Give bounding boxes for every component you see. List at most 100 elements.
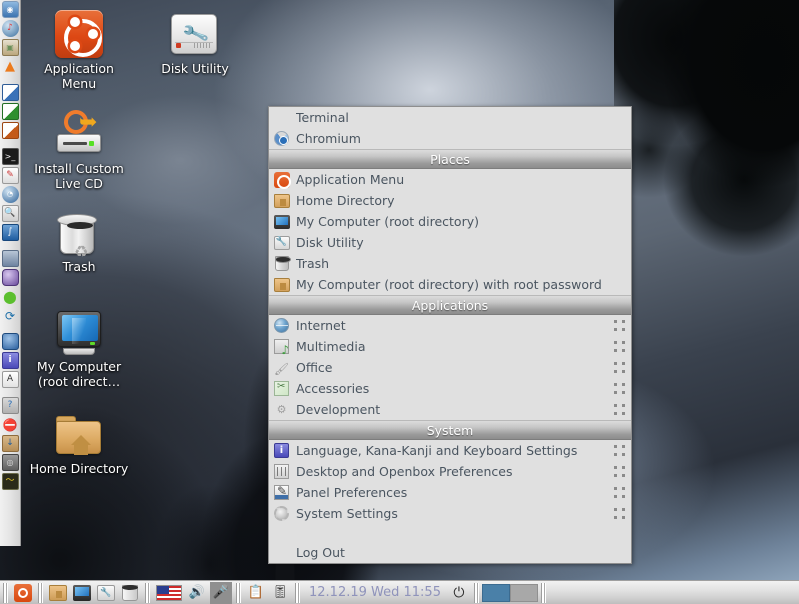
- desktop-icon-my-computer[interactable]: My Computer (root direct…: [27, 308, 131, 389]
- no-icon: [273, 544, 290, 561]
- no-entry-icon[interactable]: ⛔: [2, 416, 19, 433]
- office-icon: 🖌: [273, 362, 290, 376]
- ubuntu-logo-icon: [14, 583, 32, 602]
- package-down-icon[interactable]: ↓: [1, 435, 19, 452]
- taskbar-application-menu[interactable]: [12, 582, 34, 604]
- taskbar-disk-utility[interactable]: 🔧: [95, 582, 117, 604]
- submenu-indicator-icon: [614, 320, 625, 331]
- workspace-1[interactable]: [481, 583, 510, 602]
- taskbar-home-directory[interactable]: [47, 582, 69, 604]
- picture-frame-icon[interactable]: ▣: [1, 39, 19, 56]
- green-molecule-icon[interactable]: ⬤: [2, 288, 19, 305]
- menu-item-accessories[interactable]: Accessories: [269, 378, 631, 399]
- taskbar[interactable]: 🔧 🔊 🎤 📋 🎚 12.12.19 Wed 11:55 ⏻: [0, 580, 799, 604]
- taskbar-my-computer[interactable]: [71, 582, 93, 604]
- menu-item-my-computer-root-password[interactable]: My Computer (root directory) with root p…: [269, 274, 631, 295]
- desktop-icon-disk-utility[interactable]: 🔧 Disk Utility: [143, 10, 247, 76]
- left-launcher-panel[interactable]: ◉ ♪ ▣ ▲ >_ ✎ ◔ 🔍 ∫ ⬤ ⟳ i A ? ⛔ ↓ ◎ 〜: [0, 0, 21, 546]
- desktop-icon-trash[interactable]: ♻ Trash: [27, 208, 131, 274]
- traffic-cone-icon[interactable]: ▲: [2, 58, 19, 75]
- menu-item-multimedia[interactable]: Multimedia: [269, 336, 631, 357]
- home-folder-icon: [273, 276, 290, 293]
- submenu-indicator-icon: [614, 487, 625, 498]
- desktop-icon-install-custom-live-cd[interactable]: ➥ Install Custom Live CD: [27, 110, 131, 191]
- speaker-icon: 🔊: [188, 585, 206, 600]
- document-orange-icon[interactable]: [1, 122, 19, 139]
- hard-drive-icon: 🔧: [97, 584, 115, 601]
- magnifier-icon[interactable]: 🔍: [1, 205, 19, 222]
- ubuntu-logo-icon: [55, 10, 103, 58]
- taskbar-drag-handle-6[interactable]: [473, 582, 479, 603]
- terminal-icon[interactable]: >_: [1, 148, 19, 165]
- font-a-icon[interactable]: A: [1, 371, 19, 388]
- desktop[interactable]: ◉ ♪ ▣ ▲ >_ ✎ ◔ 🔍 ∫ ⬤ ⟳ i A ? ⛔ ↓ ◎ 〜 App…: [0, 0, 799, 604]
- volume-control[interactable]: 🔊: [186, 582, 208, 604]
- desktop-icon-application-menu[interactable]: Application Menu: [27, 10, 131, 91]
- blue-swirl-icon[interactable]: ∫: [1, 224, 19, 241]
- taskbar-trash[interactable]: [119, 582, 141, 604]
- notepad-pencil-icon[interactable]: ✎: [1, 167, 19, 184]
- hard-drive-icon: 🔧: [171, 10, 219, 58]
- taskbar-drag-handle-5[interactable]: [295, 582, 300, 603]
- menu-item-office[interactable]: 🖌 Office: [269, 357, 631, 378]
- menu-item-system-settings[interactable]: System Settings: [269, 503, 631, 524]
- monitor-icon: [73, 584, 91, 601]
- submenu-indicator-icon: [614, 341, 625, 352]
- keyboard-layout-flag[interactable]: [154, 582, 184, 604]
- globe-blue-icon[interactable]: ◔: [1, 186, 19, 203]
- menu-item-log-out[interactable]: Log Out: [269, 542, 631, 563]
- wave-monitor-icon[interactable]: 〜: [1, 473, 19, 490]
- first-aid-icon[interactable]: ?: [1, 397, 19, 414]
- menu-item-language-settings[interactable]: i Language, Kana-Kanji and Keyboard Sett…: [269, 440, 631, 461]
- clipboard-manager[interactable]: 📋: [245, 582, 267, 604]
- blue-globe-un-icon[interactable]: [1, 333, 19, 350]
- document-green-icon[interactable]: [1, 103, 19, 120]
- desktop-icon-label: Install Custom Live CD: [34, 161, 124, 191]
- microphone-control[interactable]: 🎤: [210, 581, 232, 604]
- menu-item-trash[interactable]: Trash: [269, 253, 631, 274]
- globe-red-icon[interactable]: ♪: [1, 20, 19, 37]
- menu-item-application-menu[interactable]: Application Menu: [269, 169, 631, 190]
- chromium-icon[interactable]: ◉: [1, 1, 19, 18]
- menu-item-chromium[interactable]: Chromium: [269, 128, 631, 149]
- openbox-root-menu[interactable]: Terminal Chromium Places Application Men…: [268, 106, 632, 564]
- desktop-icon-home-directory[interactable]: Home Directory: [27, 410, 131, 476]
- taskbar-drag-handle-3[interactable]: [145, 582, 150, 603]
- sync-arrows-icon[interactable]: ⟳: [2, 307, 19, 324]
- taskbar-drag-handle[interactable]: [3, 582, 8, 603]
- menu-item-home-directory[interactable]: Home Directory: [269, 190, 631, 211]
- power-button[interactable]: ⏻: [448, 582, 470, 604]
- file-manager-icon[interactable]: [1, 250, 19, 267]
- desktop-icon-label: Disk Utility: [161, 61, 229, 76]
- info-icon[interactable]: i: [1, 352, 19, 369]
- pen-icon: [273, 484, 290, 501]
- submenu-indicator-icon: [614, 404, 625, 415]
- mixer-icon: 🎚: [271, 585, 289, 600]
- taskbar-drag-handle-7[interactable]: [540, 582, 546, 603]
- document-blue-icon[interactable]: [1, 84, 19, 101]
- menu-item-development[interactable]: ⚙ Development: [269, 399, 631, 420]
- taskbar-drag-handle-2[interactable]: [38, 582, 43, 603]
- submenu-indicator-icon: [614, 383, 625, 394]
- clock[interactable]: 12.12.19 Wed 11:55: [303, 585, 447, 600]
- desktop-icon-label: My Computer (root direct…: [36, 359, 122, 389]
- taskbar-drag-handle-4[interactable]: [236, 582, 241, 603]
- menu-item-disk-utility[interactable]: 🔧 Disk Utility: [269, 232, 631, 253]
- menu-header-system: System: [269, 420, 631, 440]
- submenu-indicator-icon: [614, 466, 625, 477]
- menu-item-terminal[interactable]: Terminal: [269, 107, 631, 128]
- menu-item-internet[interactable]: Internet: [269, 315, 631, 336]
- camera-icon[interactable]: ◎: [1, 454, 19, 471]
- workspace-2[interactable]: [509, 583, 538, 602]
- power-icon: ⏻: [453, 584, 465, 601]
- menu-item-desktop-openbox-preferences[interactable]: Desktop and Openbox Preferences: [269, 461, 631, 482]
- submenu-indicator-icon: [614, 508, 625, 519]
- purple-ball-icon[interactable]: [1, 269, 19, 286]
- desktop-icon-label: Home Directory: [29, 461, 129, 476]
- us-flag-icon: [156, 584, 182, 601]
- menu-item-my-computer[interactable]: My Computer (root directory): [269, 211, 631, 232]
- menu-item-panel-preferences[interactable]: Panel Preferences: [269, 482, 631, 503]
- monitor-icon: [273, 213, 290, 230]
- audio-mixer[interactable]: 🎚: [269, 582, 291, 604]
- cd-burner-icon: ➥: [55, 110, 103, 158]
